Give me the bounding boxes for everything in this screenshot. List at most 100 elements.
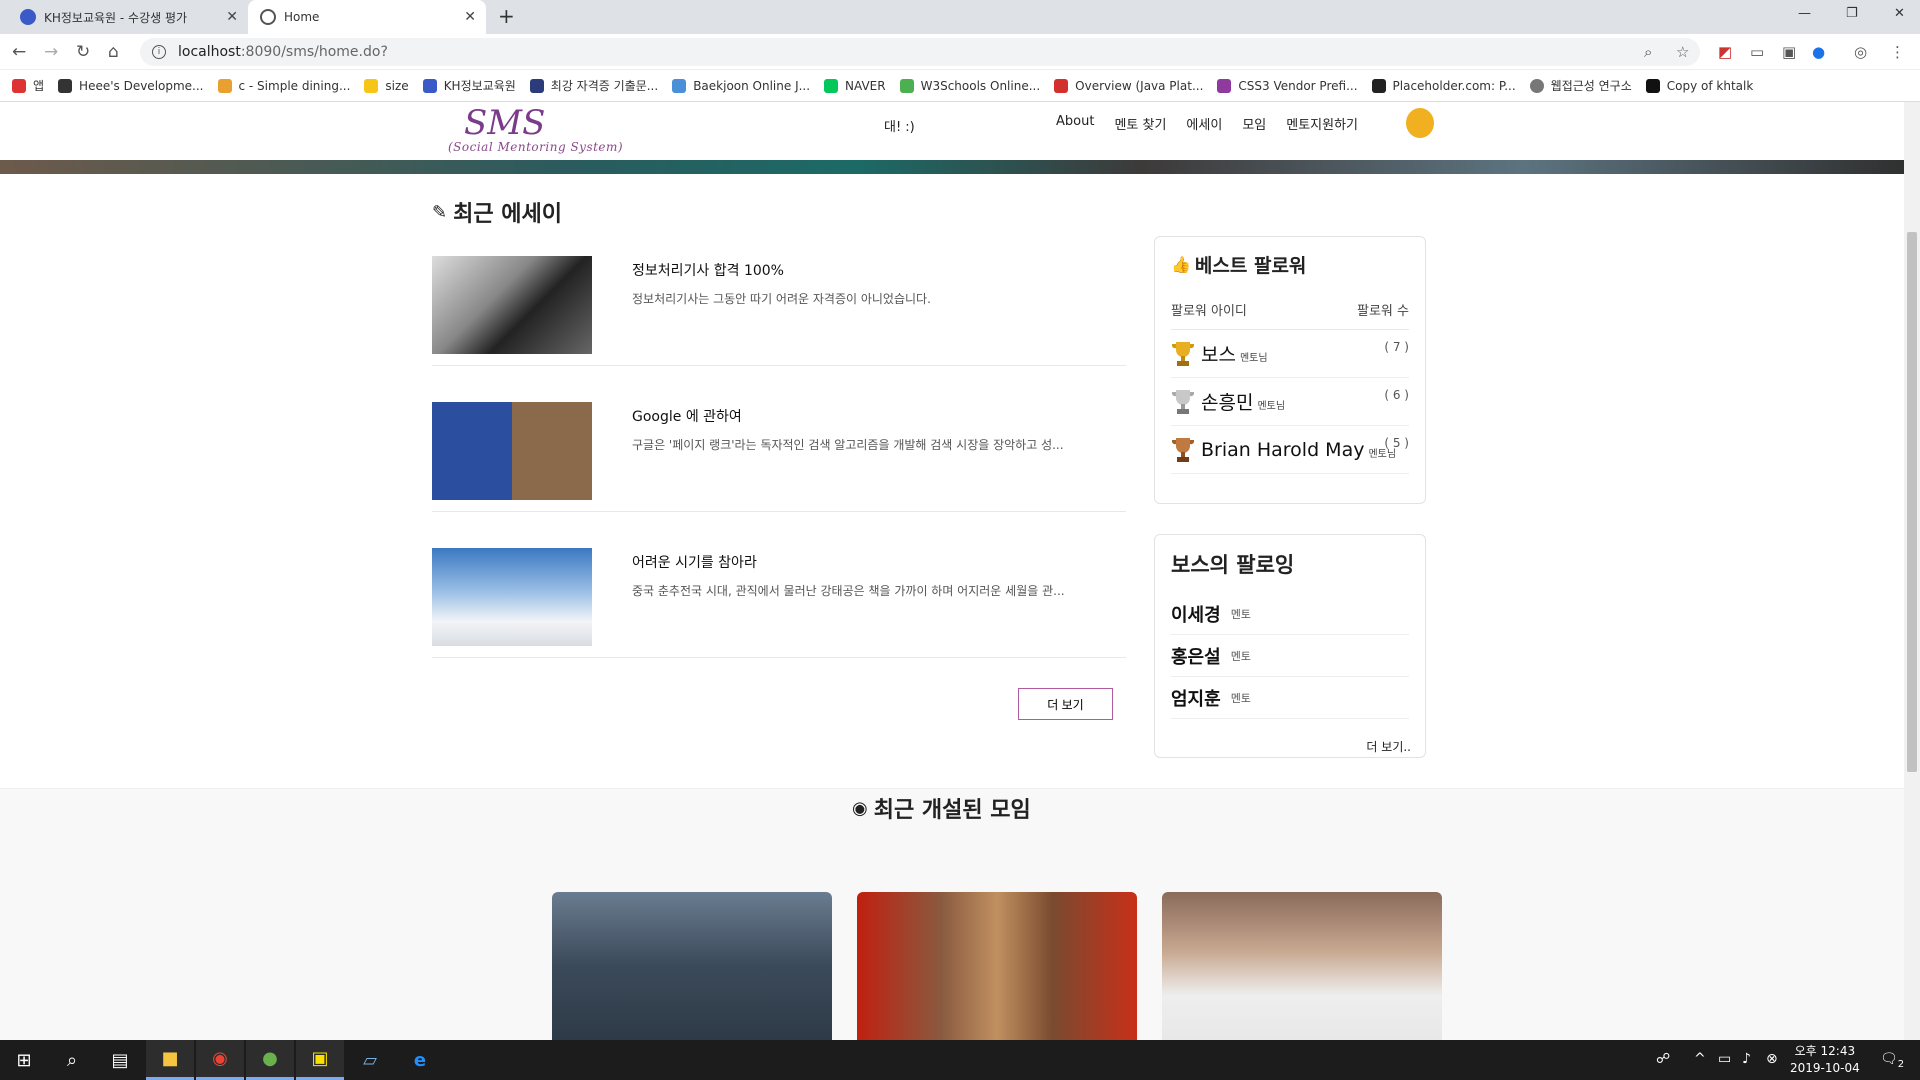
bookmark-favicon-icon [1645, 78, 1660, 93]
meeting-card-image[interactable] [552, 892, 832, 1040]
meeting-card-image[interactable] [857, 892, 1137, 1040]
scrollbar-thumb[interactable] [1907, 232, 1917, 772]
clock-date: 2019-10-04 [1790, 1061, 1860, 1075]
extension-icon[interactable]: ◩ [1718, 43, 1732, 61]
back-icon[interactable]: ← [12, 42, 26, 62]
ime-icon[interactable]: ⊗ [1766, 1051, 1778, 1067]
tab-home[interactable]: Home ✕ [248, 0, 486, 34]
bookmark-item[interactable]: 웹접근성 연구소 [1529, 77, 1632, 94]
follower-row[interactable]: Brian Harold May 멘토님 ( 5 ) [1171, 426, 1409, 474]
best-followers-title: 베스트 팔로워 [1194, 255, 1307, 277]
essay-desc: 중국 춘추전국 시대, 관직에서 물러난 강태공은 책을 가까이 하며 어지러운… [632, 584, 1065, 598]
essay-title[interactable]: 어려운 시기를 참아라 [632, 552, 757, 572]
follower-name[interactable]: 손흥민 [1201, 388, 1253, 415]
bookmark-item[interactable]: CSS3 Vendor Prefi... [1217, 78, 1358, 93]
menu-about[interactable]: About [1056, 114, 1094, 133]
following-title: 보스의 팔로잉 [1171, 553, 1295, 577]
menu-mentor-apply[interactable]: 멘토지원하기 [1286, 114, 1358, 133]
essay-title[interactable]: Google 에 관하여 [632, 406, 742, 426]
greeting-text: 대! :) [884, 120, 915, 135]
extension-icon[interactable]: ● [1812, 43, 1825, 61]
bookmark-item[interactable]: Overview (Java Plat... [1054, 78, 1203, 93]
info-icon[interactable]: i [152, 45, 166, 59]
system-clock[interactable]: 오후 12:43 2019-10-04 [1790, 1043, 1860, 1077]
close-icon[interactable]: ✕ [226, 9, 238, 25]
bookmark-favicon-icon [899, 78, 914, 93]
file-explorer-icon[interactable]: ■ [146, 1040, 194, 1080]
chrome-icon[interactable]: ◉ [196, 1040, 244, 1080]
page-viewport: SMS (Social Mentoring System) 대! :) Abou… [0, 102, 1904, 1040]
minimize-icon[interactable]: — [1798, 6, 1811, 21]
notification-icon[interactable]: 🗨2 [1880, 1051, 1904, 1070]
essay-desc: 정보처리기사는 그동안 따기 어려운 자격증이 아니었습니다. [632, 292, 931, 306]
menu-icon[interactable]: ⋮ [1890, 43, 1905, 61]
following-name[interactable]: 엄지훈 [1171, 685, 1221, 711]
bookmark-item[interactable]: size [364, 78, 409, 93]
spring-tool-icon[interactable]: ● [246, 1040, 294, 1080]
search-icon[interactable]: ⌕ [48, 1040, 96, 1080]
bookmark-item[interactable]: Baekjoon Online J... [672, 78, 810, 93]
essay-item[interactable]: 어려운 시기를 참아라 중국 춘추전국 시대, 관직에서 물러난 강태공은 책을… [432, 528, 1126, 658]
menu-meeting[interactable]: 모임 [1242, 114, 1266, 133]
close-icon[interactable]: ✕ [464, 9, 476, 25]
essay-title[interactable]: 정보처리기사 합격 100% [632, 260, 784, 280]
people-icon[interactable]: ☍ [1656, 1051, 1670, 1067]
edge-icon[interactable]: e [396, 1040, 444, 1080]
meeting-icon: ◉ [852, 797, 868, 819]
volume-icon[interactable]: ♪ [1742, 1051, 1751, 1067]
following-name[interactable]: 홍은설 [1171, 643, 1221, 669]
apps-icon [12, 78, 26, 93]
bookmark-item[interactable]: W3Schools Online... [899, 78, 1040, 93]
meeting-card-image[interactable] [1162, 892, 1442, 1040]
bookmark-item[interactable]: 최강 자격증 기출문... [529, 77, 658, 94]
following-row[interactable]: 엄지훈 멘토 [1171, 677, 1409, 719]
more-essays-button[interactable]: 더 보기 [1018, 688, 1113, 720]
follower-row[interactable]: 보스 멘토님 ( 7 ) [1171, 330, 1409, 378]
window-close-icon[interactable]: ✕ [1894, 6, 1905, 21]
follower-name[interactable]: Brian Harold May [1201, 439, 1364, 461]
bookmark-item[interactable]: 앱 [12, 77, 44, 94]
chevron-up-icon[interactable]: ^ [1694, 1051, 1706, 1067]
bookmark-item[interactable]: Placeholder.com: P... [1371, 78, 1516, 93]
notepad-icon[interactable]: ▱ [346, 1040, 394, 1080]
extension-icon[interactable]: ▣ [1782, 43, 1796, 61]
following-row[interactable]: 홍은설 멘토 [1171, 635, 1409, 677]
zoom-icon[interactable]: ⌕ [1644, 43, 1652, 61]
bookmark-item[interactable]: Heee's Developme... [58, 78, 204, 93]
forward-icon[interactable]: → [44, 42, 58, 62]
address-bar[interactable]: i localhost:8090/sms/home.do? [140, 38, 1700, 66]
reload-icon[interactable]: ↻ [76, 42, 90, 62]
task-view-icon[interactable]: ▤ [96, 1040, 144, 1080]
follower-row[interactable]: 손흥민 멘토님 ( 6 ) [1171, 378, 1409, 426]
bookmark-favicon-icon [217, 78, 232, 93]
following-name[interactable]: 이세경 [1171, 601, 1221, 627]
essay-item[interactable]: 정보처리기사 합격 100% 정보처리기사는 그동안 따기 어려운 자격증이 아… [432, 236, 1126, 366]
essay-item[interactable]: Google 에 관하여 구글은 '페이지 랭크'라는 독자적인 검색 알고리즘… [432, 382, 1126, 512]
windows-start-icon[interactable]: ⊞ [0, 1040, 48, 1080]
restore-icon[interactable]: ❐ [1846, 6, 1858, 21]
mentor-tag: 멘토님 [1257, 401, 1286, 412]
page-scrollbar[interactable] [1904, 102, 1920, 1040]
network-icon[interactable]: ▭ [1718, 1051, 1731, 1067]
new-tab-button[interactable]: + [498, 4, 515, 28]
bookmark-item[interactable]: c - Simple dining... [217, 78, 350, 93]
following-more-link[interactable]: 더 보기.. [1366, 738, 1411, 755]
menu-essay[interactable]: 에세이 [1186, 114, 1222, 133]
bookmark-item[interactable]: KH정보교육원 [422, 77, 516, 94]
kakaotalk-icon[interactable]: ▣ [296, 1040, 344, 1080]
follower-name[interactable]: 보스 [1201, 340, 1236, 367]
star-icon[interactable]: ☆ [1676, 43, 1689, 61]
browser-tab-strip: KH정보교육원 - 수강생 평가 ✕ Home ✕ + — ❐ ✕ [0, 0, 1920, 34]
profile-icon[interactable]: ◎ [1854, 43, 1867, 61]
user-avatar-icon[interactable] [1406, 108, 1434, 138]
bookmark-item[interactable]: Copy of khtalk [1645, 78, 1753, 93]
bookmark-item[interactable]: NAVER [824, 78, 886, 93]
following-row[interactable]: 이세경 멘토 [1171, 593, 1409, 635]
sms-logo[interactable]: SMS (Social Mentoring System) [448, 106, 638, 156]
mentor-tag: 멘토 [1230, 691, 1251, 705]
extension-icon[interactable]: ▭ [1750, 43, 1764, 61]
menu-find-mentor[interactable]: 멘토 찾기 [1114, 114, 1166, 133]
followers-header: 팔로워 아이디 팔로워 수 [1171, 292, 1409, 330]
home-icon[interactable]: ⌂ [108, 42, 119, 62]
tab-kh-evaluation[interactable]: KH정보교육원 - 수강생 평가 ✕ [8, 0, 248, 34]
